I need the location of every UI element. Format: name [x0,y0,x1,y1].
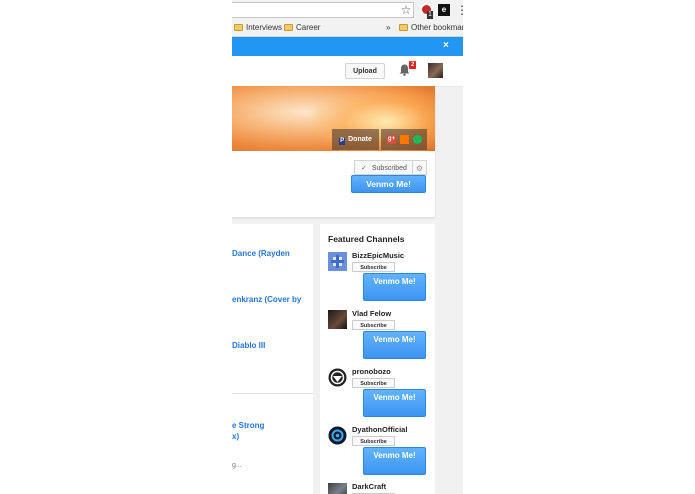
subscribe-button[interactable]: Subscribe [352,378,395,388]
bookmarks-bar: Interviews Career » Other bookmarks [232,20,463,37]
paypal-icon: P [339,138,346,145]
subscribe-button[interactable]: Subscribe [352,320,395,330]
site-header: Upload 2 [232,56,463,87]
subscribe-button[interactable]: Subscribe [352,262,395,272]
channel-name[interactable]: DyathonOfficial [352,425,407,434]
venmo-button[interactable]: Venmo Me! [363,331,426,359]
channel-logo-icon [331,255,344,268]
folder-icon [399,24,408,31]
venmo-button[interactable]: Venmo Me! [363,273,426,301]
channel-thumbnail[interactable] [328,426,347,445]
subscribe-button[interactable]: Subscribe [352,436,395,446]
extension-badge: 1 [427,11,433,19]
videos-list: Dance (Rayden enkranz (Cover by Diablo I… [232,224,313,494]
address-bar[interactable] [232,2,414,18]
channel-logo-icon [328,368,347,387]
star-icon[interactable]: ☆ [399,3,413,17]
google-plus-icon[interactable]: g+ [387,135,396,144]
video-title[interactable]: e Strong [232,420,264,431]
channel-name[interactable]: BizzEpicMusic [352,251,404,260]
subscribed-button[interactable]: ✓ Subscribed [354,160,413,175]
video-title[interactable]: Diablo III [232,340,265,351]
channel-name[interactable]: pronobozo [352,367,391,376]
soundcloud-icon[interactable] [400,135,409,144]
channel-banner: P Donate g+ [232,86,435,151]
channel-thumbnail[interactable] [328,483,347,494]
channel-logo-icon [328,426,347,445]
channel-name[interactable]: Vlad Felow [352,309,391,318]
channel-thumbnail[interactable] [328,368,347,387]
menu-icon[interactable]: ⋮ [456,3,463,17]
video-title[interactable]: enkranz (Cover by [232,294,301,305]
bookmarks-overflow[interactable]: » [386,23,390,33]
video-title-line2[interactable]: x) [232,431,239,442]
bookmark-interviews[interactable]: Interviews [234,23,282,33]
video-title[interactable]: Dance (Rayden [232,248,290,259]
subscription-settings-icon[interactable]: ⚙ [413,160,427,175]
channel-thumbnail[interactable] [328,252,347,271]
donate-button[interactable]: P Donate [332,129,379,150]
browser-window: ☆ 1 e ⋮ Interviews Career » Other bookma… [232,0,463,494]
channel-header: P Donate g+ ✓ Subscribed ⚙ Venmo Me! [232,86,435,217]
check-icon: ✓ [361,165,367,172]
bookmark-career[interactable]: Career [284,23,320,33]
folder-icon [234,24,243,31]
folder-icon [284,24,293,31]
upload-button[interactable]: Upload [345,63,385,79]
browser-toolbar: ☆ 1 e ⋮ [232,0,463,20]
spotify-icon[interactable] [413,135,422,144]
section-title: Featured Channels [328,234,405,244]
bookmark-other[interactable]: Other bookmarks [399,23,463,33]
notification-bar: × [232,37,463,56]
divider [232,393,313,394]
channel-name[interactable]: DarkCraft [352,482,386,491]
close-icon[interactable]: × [443,40,449,52]
channel-thumbnail[interactable] [328,310,347,329]
venmo-button[interactable]: Venmo Me! [363,447,426,475]
venmo-button[interactable]: Venmo Me! [351,175,426,193]
video-meta: g... [232,462,242,469]
extension-dark-icon[interactable]: e [438,4,450,16]
venmo-button[interactable]: Venmo Me! [363,389,426,417]
featured-channels: Featured Channels BizzEpicMusic Subscrib… [320,224,435,494]
social-links: g+ [381,129,427,150]
notification-count-badge: 2 [409,61,417,69]
avatar[interactable] [428,63,443,78]
